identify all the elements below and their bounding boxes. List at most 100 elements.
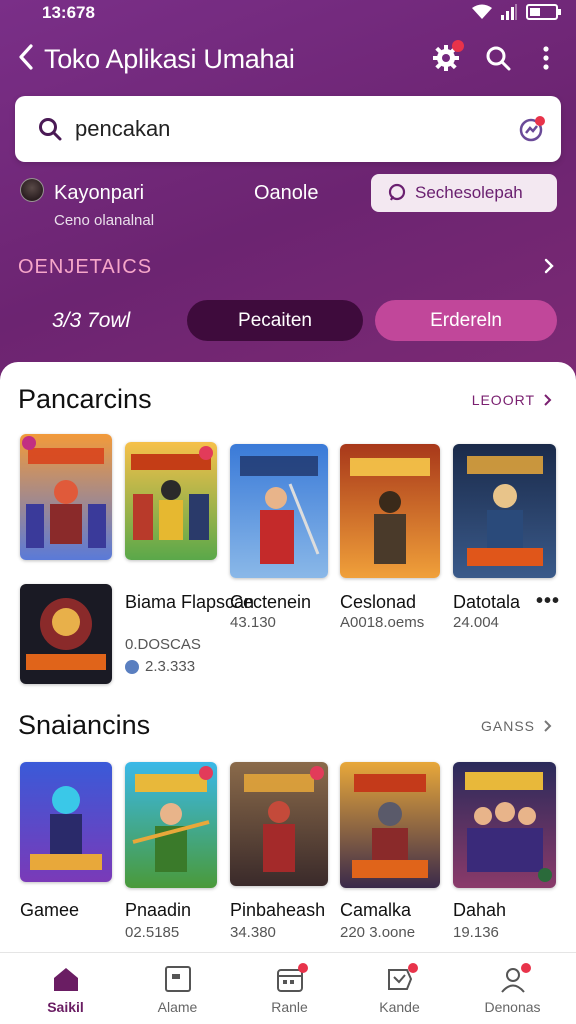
section-more-link[interactable]: LEOORT: [472, 392, 552, 408]
nav-item-apps[interactable]: Alame: [120, 953, 235, 1024]
status-bar: 13:678: [0, 0, 576, 26]
nav-label: Saikil: [47, 999, 84, 1015]
app-name[interactable]: Gamee: [20, 900, 79, 921]
app-meta: 220 3.oone: [340, 924, 416, 941]
app-tile[interactable]: [125, 762, 217, 888]
back-arrow-icon[interactable]: [14, 42, 40, 72]
app-name[interactable]: Datotala: [453, 592, 520, 613]
voice-search-icon[interactable]: [517, 114, 547, 144]
section-title: Snaiancins: [18, 710, 151, 740]
app-tile[interactable]: [20, 434, 112, 560]
app-name[interactable]: Pinbaheash: [230, 900, 325, 921]
app-name[interactable]: Ceslonad: [340, 592, 416, 613]
game-art-icon: [20, 762, 112, 882]
app-tile[interactable]: [453, 444, 556, 578]
notification-dot: [452, 40, 464, 52]
notification-dot: [298, 963, 308, 973]
app-meta: 34.380: [230, 924, 276, 941]
app-tile[interactable]: [340, 762, 440, 888]
badge: [199, 446, 213, 460]
filter-count: 3/3 7owl: [52, 309, 131, 332]
app-tile[interactable]: [20, 584, 112, 684]
app-bar: Toko Aplikasi Umahai: [0, 36, 576, 80]
filter-pill-secondary[interactable]: Erdereln: [375, 300, 557, 341]
nav-item-ranking[interactable]: Ranle: [232, 953, 347, 1024]
app-meta: 0.DOSCAS: [125, 636, 201, 653]
app-meta: A0018.oems: [340, 614, 425, 631]
apps-icon: [165, 966, 191, 992]
badge: [538, 868, 552, 882]
chat-icon: [388, 183, 406, 201]
home-icon: [54, 968, 78, 991]
section-title: Pancarcins: [18, 384, 152, 414]
section-header: Snaiancins GANSS: [0, 706, 576, 746]
status-time: 13:678: [42, 3, 95, 22]
signal-icon: [501, 4, 517, 20]
suggest-button[interactable]: Sechesolepah: [371, 174, 557, 212]
game-art-icon: [340, 762, 440, 888]
app-name[interactable]: Cectenein: [230, 592, 311, 613]
badge: [199, 766, 213, 780]
nav-label: Denonas: [484, 999, 541, 1015]
more-vertical-icon[interactable]: [540, 44, 552, 72]
chevron-right-icon: [544, 720, 552, 732]
filter-row: 3/3 7owl Pecaiten Erdereln: [0, 300, 576, 342]
game-art-icon: [230, 762, 328, 886]
nav-item-tickets[interactable]: Kande: [342, 953, 457, 1024]
game-art-icon: [20, 584, 112, 684]
user-status-label: Oanole: [254, 182, 319, 204]
settings-button[interactable]: [430, 40, 464, 74]
nav-item-home[interactable]: Saikil: [8, 953, 123, 1024]
page-title: Toko Aplikasi Umahai: [44, 44, 295, 74]
notification-dot: [521, 963, 531, 973]
game-art-icon: [230, 444, 328, 578]
search-bar[interactable]: [15, 96, 561, 162]
notification-dot: [408, 963, 418, 973]
nav-label: Alame: [157, 999, 198, 1015]
header-panel: 13:678 Toko Aplikasi Umahai pencakan Kay…: [0, 0, 576, 380]
content-area: Pancarcins LEOORT Biama Flapscan 0.DOSCA…: [0, 362, 576, 952]
app-tile[interactable]: [230, 444, 328, 578]
app-rating-value: 2.3.333: [145, 658, 196, 675]
game-art-icon: [20, 434, 112, 560]
app-meta: 43.130: [230, 614, 276, 631]
chevron-right-icon: [544, 258, 554, 274]
search-icon[interactable]: [484, 44, 512, 72]
categories-label: OENJETAICS: [18, 256, 153, 278]
badge: [310, 766, 324, 780]
bottom-nav: Saikil Alame Ranle Kande Denonas: [0, 952, 576, 1024]
categories-row[interactable]: OENJETAICS: [0, 252, 576, 282]
section-more-label: GANSS: [480, 718, 535, 734]
app-meta: 02.5185: [125, 924, 180, 941]
user-subtitle: Ceno olanalnal: [54, 212, 155, 229]
nav-label: Kande: [379, 999, 420, 1015]
wifi-icon: [472, 4, 492, 19]
rating-icon: [125, 660, 139, 675]
section-header: Pancarcins LEOORT: [0, 380, 576, 420]
chevron-right-icon: [544, 394, 552, 406]
status-icons: [472, 4, 561, 20]
app-meta: 24.004: [453, 614, 499, 631]
nav-label: Ranle: [271, 999, 308, 1015]
search-input[interactable]: [75, 110, 505, 148]
app-tile[interactable]: [340, 444, 440, 578]
filter-pill-primary[interactable]: Pecaiten: [187, 300, 363, 341]
app-tile[interactable]: [20, 762, 112, 882]
search-icon: [39, 118, 62, 141]
more-options-icon[interactable]: •••: [536, 590, 560, 613]
app-rating: 2.3.333: [125, 658, 195, 675]
app-name[interactable]: Dahah: [453, 900, 506, 921]
app-name[interactable]: Camalka: [340, 900, 411, 921]
nav-item-profile[interactable]: Denonas: [455, 953, 570, 1024]
avatar[interactable]: [20, 178, 44, 202]
game-art-icon: [453, 444, 556, 578]
battery-icon: [526, 4, 561, 20]
app-tile[interactable]: [230, 762, 328, 886]
app-name[interactable]: Pnaadin: [125, 900, 191, 921]
section-more-link[interactable]: GANSS: [481, 718, 552, 734]
app-tile[interactable]: [453, 762, 556, 888]
app-tile[interactable]: [125, 442, 217, 560]
game-art-icon: [125, 762, 217, 888]
game-art-icon: [340, 444, 440, 578]
section-more-label: LEOORT: [471, 392, 535, 408]
